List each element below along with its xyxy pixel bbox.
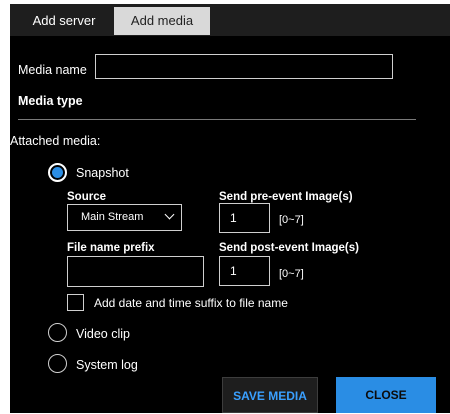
attached-media-label: Attached media: xyxy=(10,134,101,148)
tab-bar: Add server Add media xyxy=(10,4,450,36)
video-clip-radio[interactable] xyxy=(48,323,67,342)
tab-add-media[interactable]: Add media xyxy=(114,7,210,35)
suffix-checkbox[interactable] xyxy=(67,294,84,311)
chevron-down-icon xyxy=(164,209,175,220)
post-event-label: Send post-event Image(s) xyxy=(219,242,359,254)
tab-add-server[interactable]: Add server xyxy=(14,7,114,35)
divider xyxy=(18,119,416,120)
pre-event-range: [0~7] xyxy=(279,214,304,226)
pre-event-input[interactable] xyxy=(219,203,270,233)
file-prefix-label: File name prefix xyxy=(67,242,155,254)
snapshot-label: Snapshot xyxy=(76,166,129,180)
suffix-checkbox-label: Add date and time suffix to file name xyxy=(94,296,288,310)
close-button[interactable]: CLOSE xyxy=(336,377,436,413)
media-type-heading: Media type xyxy=(18,94,83,108)
source-label: Source xyxy=(67,191,106,203)
file-prefix-input[interactable] xyxy=(67,256,204,287)
snapshot-radio[interactable] xyxy=(48,163,67,182)
media-name-input[interactable] xyxy=(95,54,393,79)
media-name-label: Media name xyxy=(18,63,87,77)
system-log-label: System log xyxy=(76,358,138,372)
source-select-value: Main Stream xyxy=(81,211,144,223)
add-media-dialog: Add server Add media Media name Media ty… xyxy=(10,4,450,413)
post-event-range: [0~7] xyxy=(279,268,304,280)
pre-event-label: Send pre-event Image(s) xyxy=(219,191,353,203)
save-media-button[interactable]: SAVE MEDIA xyxy=(222,377,318,413)
system-log-radio[interactable] xyxy=(48,354,67,373)
source-select[interactable]: Main Stream xyxy=(67,204,182,231)
post-event-input[interactable] xyxy=(219,256,270,286)
video-clip-label: Video clip xyxy=(76,327,130,341)
